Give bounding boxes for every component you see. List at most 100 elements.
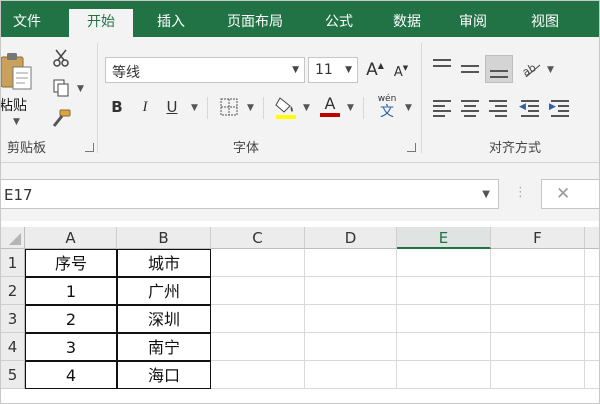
clipboard-group-label: 剪贴板 bbox=[7, 141, 47, 156]
paste-label[interactable]: 粘贴 bbox=[1, 95, 27, 115]
font-name-select[interactable]: 等线 ▼ bbox=[105, 57, 305, 83]
empty-cell[interactable] bbox=[397, 305, 491, 333]
table-cell[interactable]: 序号 bbox=[25, 249, 117, 277]
decrease-indent-icon[interactable]: ◀ bbox=[519, 97, 541, 119]
worksheet-grid[interactable]: A B C D E F 1 序号 城市 2 1 广州 3 2 深圳 4 3 南宁 5 4 海口 bbox=[1, 221, 599, 403]
borders-button[interactable] bbox=[217, 95, 241, 119]
empty-cell[interactable] bbox=[397, 249, 491, 277]
name-box[interactable]: E17 ▼ bbox=[1, 179, 499, 209]
chevron-down-icon[interactable]: ▼ bbox=[482, 189, 490, 200]
table-cell[interactable]: 广州 bbox=[117, 277, 211, 305]
underline-dropdown-icon[interactable]: ▼ bbox=[191, 103, 198, 113]
table-cell[interactable]: 城市 bbox=[117, 249, 211, 277]
format-painter-icon[interactable] bbox=[49, 107, 73, 129]
tab-home[interactable]: 开始 bbox=[69, 9, 133, 37]
borders-dropdown-icon[interactable]: ▼ bbox=[247, 103, 254, 113]
empty-cell[interactable] bbox=[305, 249, 397, 277]
phonetic-guide-button[interactable]: wén 文 bbox=[373, 91, 401, 123]
ribbon-tab-bar: 文件 开始 插入 页面布局 公式 数据 审阅 视图 bbox=[1, 1, 599, 37]
column-header-a[interactable]: A bbox=[25, 227, 117, 249]
column-header-f[interactable]: F bbox=[491, 227, 585, 249]
empty-cell[interactable] bbox=[491, 361, 585, 389]
empty-cell[interactable] bbox=[585, 305, 599, 333]
empty-cell[interactable] bbox=[211, 305, 305, 333]
empty-cell[interactable] bbox=[211, 277, 305, 305]
middle-align-icon[interactable] bbox=[459, 57, 481, 79]
increase-font-size-button[interactable]: A ▲ bbox=[364, 58, 386, 82]
column-header-g[interactable] bbox=[585, 227, 599, 249]
tab-insert[interactable]: 插入 bbox=[147, 11, 195, 37]
table-cell[interactable]: 4 bbox=[25, 361, 117, 389]
tab-formulas[interactable]: 公式 bbox=[315, 11, 363, 37]
copy-dropdown-icon[interactable]: ▼ bbox=[77, 84, 84, 94]
align-center-icon[interactable] bbox=[459, 97, 481, 119]
fill-color-dropdown-icon[interactable]: ▼ bbox=[303, 103, 310, 113]
bold-button[interactable]: B bbox=[107, 95, 127, 119]
empty-cell[interactable] bbox=[211, 249, 305, 277]
table-cell[interactable]: 2 bbox=[25, 305, 117, 333]
orientation-icon[interactable]: ab bbox=[519, 57, 545, 81]
underline-button[interactable]: U bbox=[161, 95, 183, 119]
empty-cell[interactable] bbox=[211, 333, 305, 361]
row-header-2[interactable]: 2 bbox=[1, 277, 25, 305]
empty-cell[interactable] bbox=[305, 277, 397, 305]
increase-indent-icon[interactable]: ▶ bbox=[549, 97, 571, 119]
column-header-e[interactable]: E bbox=[397, 227, 491, 249]
column-header-c[interactable]: C bbox=[211, 227, 305, 249]
empty-cell[interactable] bbox=[397, 277, 491, 305]
empty-cell[interactable] bbox=[491, 333, 585, 361]
phonetic-bottom: 文 bbox=[380, 104, 394, 120]
font-color-button[interactable]: A bbox=[317, 91, 343, 121]
select-all-corner[interactable] bbox=[1, 227, 25, 249]
row-header-1[interactable]: 1 bbox=[1, 249, 25, 277]
copy-icon[interactable] bbox=[49, 77, 73, 99]
empty-cell[interactable] bbox=[585, 333, 599, 361]
font-dialog-launcher-icon[interactable] bbox=[407, 143, 416, 152]
empty-cell[interactable] bbox=[305, 361, 397, 389]
empty-cell[interactable] bbox=[491, 277, 585, 305]
row-header-3[interactable]: 3 bbox=[1, 305, 25, 333]
tab-review[interactable]: 审阅 bbox=[449, 11, 497, 37]
empty-cell[interactable] bbox=[491, 305, 585, 333]
more-options-icon[interactable]: ⋮ bbox=[514, 185, 527, 200]
italic-button[interactable]: I bbox=[135, 95, 155, 119]
fill-color-button[interactable] bbox=[273, 93, 299, 121]
table-cell[interactable]: 海口 bbox=[117, 361, 211, 389]
decrease-font-size-button[interactable]: A ▼ bbox=[391, 61, 411, 83]
table-cell[interactable]: 1 bbox=[25, 277, 117, 305]
tab-file[interactable]: 文件 bbox=[3, 11, 51, 37]
empty-cell[interactable] bbox=[211, 361, 305, 389]
table-cell[interactable]: 南宁 bbox=[117, 333, 211, 361]
empty-cell[interactable] bbox=[585, 277, 599, 305]
row-header-4[interactable]: 4 bbox=[1, 333, 25, 361]
empty-cell[interactable] bbox=[585, 361, 599, 389]
empty-cell[interactable] bbox=[585, 249, 599, 277]
cut-icon[interactable] bbox=[49, 47, 73, 69]
row-header-5[interactable]: 5 bbox=[1, 361, 25, 389]
empty-cell[interactable] bbox=[491, 249, 585, 277]
tab-data[interactable]: 数据 bbox=[383, 11, 431, 37]
empty-cell[interactable] bbox=[305, 305, 397, 333]
paste-icon[interactable] bbox=[1, 51, 37, 95]
align-right-icon[interactable] bbox=[487, 97, 509, 119]
table-cell[interactable]: 深圳 bbox=[117, 305, 211, 333]
font-color-dropdown-icon[interactable]: ▼ bbox=[347, 103, 354, 113]
tab-view[interactable]: 视图 bbox=[521, 11, 569, 37]
table-cell[interactable]: 3 bbox=[25, 333, 117, 361]
paste-dropdown-icon[interactable]: ▼ bbox=[13, 117, 20, 127]
empty-cell[interactable] bbox=[397, 333, 491, 361]
cancel-entry-button[interactable]: ✕ bbox=[541, 179, 599, 209]
top-align-icon[interactable] bbox=[431, 57, 453, 79]
formula-bar: E17 ▼ ⋮ ✕ bbox=[1, 163, 599, 221]
orientation-dropdown-icon[interactable]: ▼ bbox=[547, 65, 554, 75]
empty-cell[interactable] bbox=[397, 361, 491, 389]
tab-page-layout[interactable]: 页面布局 bbox=[217, 11, 293, 37]
phonetic-dropdown-icon[interactable]: ▼ bbox=[405, 103, 412, 113]
bottom-align-icon[interactable] bbox=[485, 55, 513, 83]
column-header-b[interactable]: B bbox=[117, 227, 211, 249]
empty-cell[interactable] bbox=[305, 333, 397, 361]
font-size-select[interactable]: 11 ▼ bbox=[308, 57, 358, 83]
column-header-d[interactable]: D bbox=[305, 227, 397, 249]
align-left-icon[interactable] bbox=[431, 97, 453, 119]
clipboard-dialog-launcher-icon[interactable] bbox=[85, 143, 94, 152]
